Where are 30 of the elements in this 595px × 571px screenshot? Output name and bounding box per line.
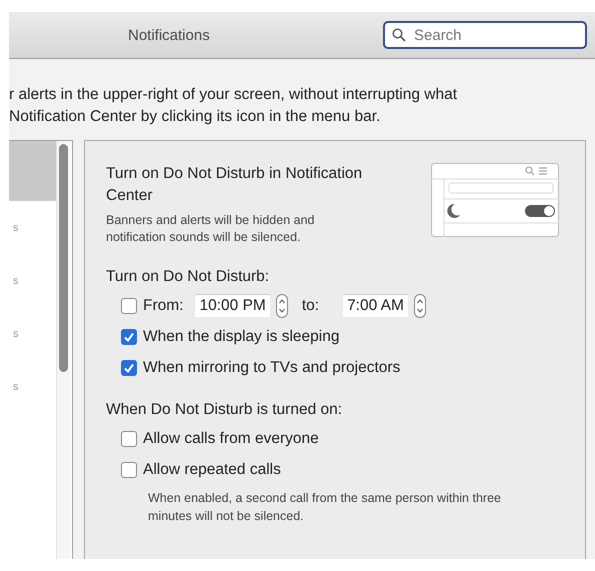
time-field[interactable]: 10:00 PM [195, 294, 270, 317]
list-item[interactable]: s [9, 307, 56, 360]
scrollbar[interactable] [59, 144, 68, 372]
time-field[interactable]: 7:00 AM [343, 294, 408, 317]
list-item[interactable]: s [9, 201, 56, 254]
search-field[interactable]: Search [383, 21, 587, 49]
note-text: When enabled, a second call from the same person within three minutes will not be silenced. [148, 490, 502, 525]
option-label: Allow calls from everyone [143, 430, 319, 448]
section-heading: When Do Not Disturb is turned on: [106, 401, 344, 419]
stepper[interactable] [414, 294, 426, 318]
option-label: to: [302, 296, 320, 314]
description-text: Notification Center by clicking its icon in the menu bar. [9, 107, 382, 127]
note-text: Banners and alerts will be hidden and notification sounds will be silenced. [106, 212, 316, 246]
window-title: Notifications [128, 26, 211, 44]
option-label: When the display is sleeping [143, 328, 340, 346]
list-item[interactable]: s [9, 360, 56, 413]
option-label: When mirroring to TVs and projectors [143, 358, 400, 376]
list-item[interactable]: s [9, 254, 56, 307]
checkbox[interactable] [121, 430, 137, 446]
checkbox[interactable] [121, 328, 137, 344]
checkbox[interactable] [121, 462, 137, 478]
stepper[interactable] [276, 294, 288, 318]
option-label: From: [143, 296, 184, 314]
option-label: Allow repeated calls [143, 460, 281, 478]
description-text: r alerts in the upper-right of your screen, without interrupting what [9, 85, 458, 105]
section-heading: Turn on Do Not Disturb: [106, 268, 270, 286]
search-icon [392, 28, 406, 42]
checkbox[interactable] [121, 298, 137, 314]
section-heading: Turn on Do Not Disturb in Notification Center [106, 164, 364, 206]
checkbox[interactable] [121, 360, 137, 376]
